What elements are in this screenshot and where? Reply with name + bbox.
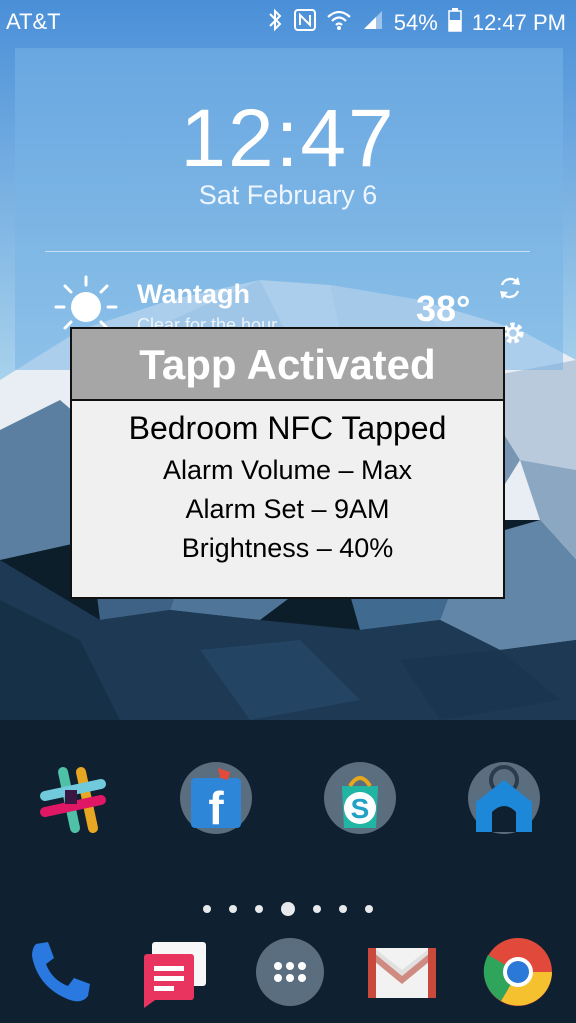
popup-title: Tapp Activated bbox=[72, 329, 503, 401]
tapp-popup: Tapp Activated Bedroom NFC Tapped Alarm … bbox=[70, 327, 505, 599]
home-icon[interactable] bbox=[466, 760, 542, 836]
refresh-icon[interactable] bbox=[497, 275, 523, 301]
carrier-label: AT&T bbox=[6, 9, 61, 34]
messages-icon[interactable] bbox=[136, 934, 212, 1010]
battery-percent: 54% bbox=[393, 10, 438, 35]
popup-nfc-line: Bedroom NFC Tapped bbox=[128, 410, 447, 446]
status-icons: 54% 12:47 PM bbox=[266, 8, 566, 38]
signal-icon bbox=[362, 9, 384, 37]
weather-location: Wantagh bbox=[137, 279, 250, 309]
gmail-icon[interactable] bbox=[364, 934, 440, 1010]
svg-text:S: S bbox=[351, 793, 370, 824]
clock-time[interactable]: 12:47 bbox=[0, 92, 576, 186]
battery-icon bbox=[448, 8, 462, 38]
app-drawer-icon[interactable] bbox=[252, 934, 328, 1010]
page-dot[interactable] bbox=[313, 905, 321, 913]
chrome-icon[interactable] bbox=[480, 934, 556, 1010]
clock-date: Sat February 6 bbox=[198, 180, 378, 210]
status-time: 12:47 PM bbox=[471, 10, 566, 35]
popup-alarm-set: Alarm Set – 9AM bbox=[185, 494, 390, 524]
page-dot[interactable] bbox=[203, 905, 211, 913]
facebook-icon[interactable]: f bbox=[178, 760, 254, 836]
wifi-icon bbox=[326, 9, 352, 37]
popup-brightness: Brightness – 40% bbox=[181, 533, 394, 563]
bluetooth-icon bbox=[266, 8, 284, 38]
page-dot[interactable] bbox=[339, 905, 347, 913]
skype-icon[interactable]: S bbox=[322, 760, 398, 836]
weather-temperature: 38° bbox=[416, 288, 471, 329]
page-dot[interactable] bbox=[365, 905, 373, 913]
page-dot[interactable] bbox=[255, 905, 263, 913]
page-indicator bbox=[0, 902, 576, 916]
page-dot-active[interactable] bbox=[281, 902, 295, 916]
popup-alarm-volume: Alarm Volume – Max bbox=[162, 455, 413, 485]
page-dot[interactable] bbox=[229, 905, 237, 913]
nfc-icon bbox=[293, 9, 316, 37]
phone-icon[interactable] bbox=[22, 934, 98, 1010]
slack-icon[interactable] bbox=[35, 762, 111, 838]
svg-text:f: f bbox=[208, 782, 224, 834]
widget-divider bbox=[45, 251, 530, 252]
status-bar: AT&T 54% 12:47 PM bbox=[0, 0, 576, 44]
